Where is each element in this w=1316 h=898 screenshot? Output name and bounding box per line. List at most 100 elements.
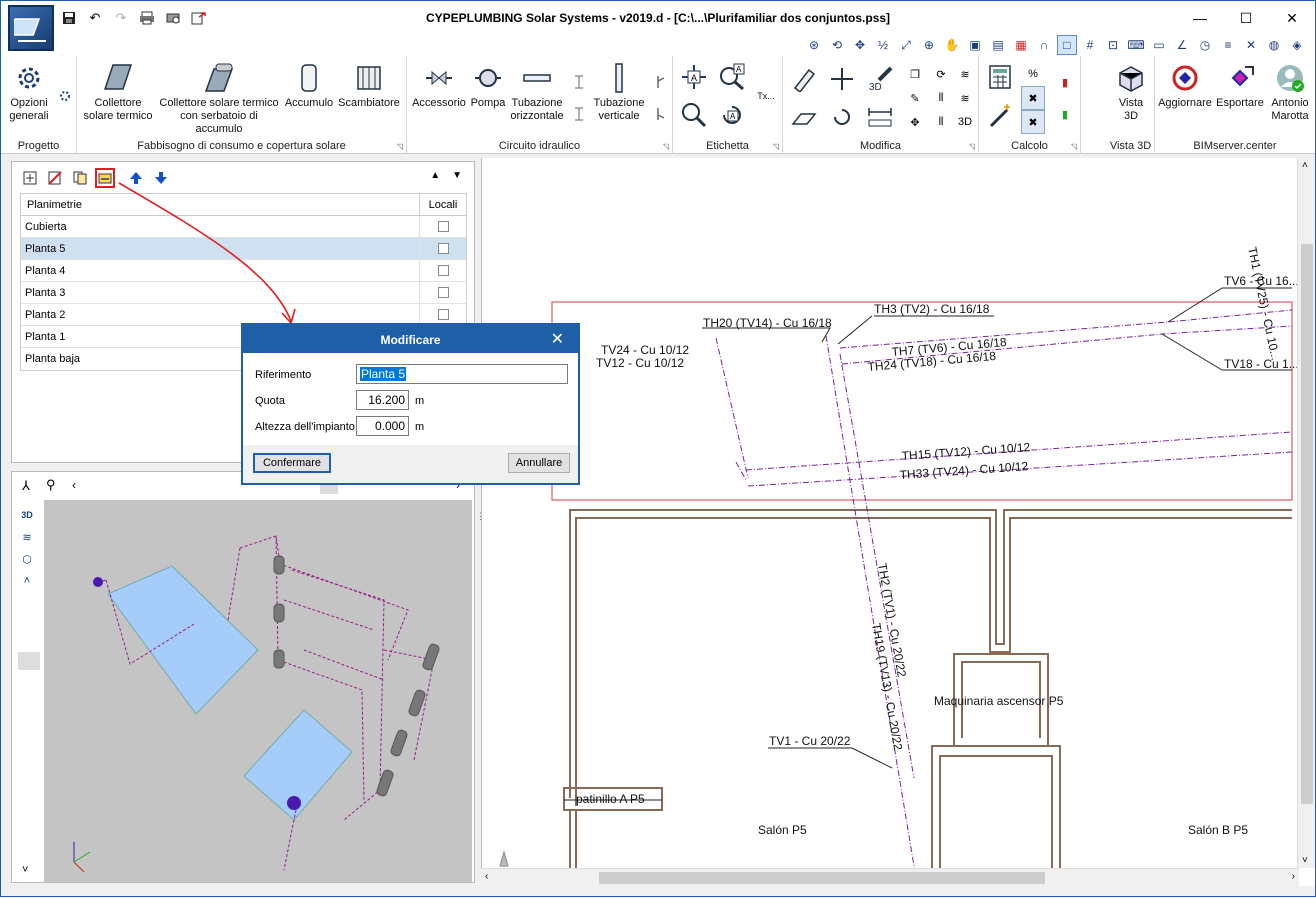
axes-icon[interactable]: ⅄ <box>22 478 30 494</box>
vertical-scrollbar[interactable]: ˄ ˅ <box>1297 158 1315 868</box>
history-icon[interactable]: ◷ <box>1195 35 1215 55</box>
scale-icon[interactable]: ▭ <box>1149 35 1169 55</box>
mirror-small-icon[interactable]: ⦀ <box>929 86 953 110</box>
scroll-thumb[interactable] <box>1301 244 1313 804</box>
zoom-extents-icon[interactable]: ⤢ <box>896 35 916 55</box>
table-row[interactable]: Planta 4 <box>21 260 466 282</box>
collapse-down-icon[interactable]: ˅ <box>22 864 28 876</box>
scroll-down-icon[interactable]: ▼ <box>452 170 462 181</box>
layers-3d-icon[interactable]: ≋ <box>16 526 38 548</box>
locali-checkbox[interactable] <box>437 221 449 232</box>
ok-flag-icon[interactable]: ▮ <box>1053 102 1077 126</box>
locali-checkbox[interactable] <box>437 309 449 320</box>
settings-small-icon[interactable] <box>53 84 77 108</box>
table-row[interactable]: Planta 3 <box>21 282 466 304</box>
esportare-button[interactable]: Esportare <box>1213 62 1267 110</box>
collettore-serbatoio-button[interactable]: Collettore solare termico con serbatoio … <box>157 62 281 136</box>
launcher-icon[interactable]: ◹ <box>969 142 975 151</box>
scroll-left-icon[interactable]: ‹ <box>72 478 76 492</box>
copy-small-icon[interactable]: ❐ <box>903 62 927 86</box>
scambiatore-button[interactable]: Scambiatore <box>337 62 401 110</box>
grid-red-icon[interactable]: ▦ <box>1011 35 1031 55</box>
label-find-icon[interactable]: A <box>717 62 747 92</box>
calculator-icon[interactable] <box>985 62 1015 92</box>
rotate-icon[interactable] <box>827 102 857 132</box>
check-pipe-2-icon[interactable]: ✖ <box>1021 110 1045 134</box>
zoom-3d-icon[interactable]: ⚲ <box>46 477 56 493</box>
stack-small-icon[interactable]: ≋ <box>953 62 977 86</box>
riser-small-2-icon[interactable] <box>649 102 673 126</box>
app-logo[interactable] <box>8 5 54 51</box>
layers-small-icon[interactable]: ≋ <box>953 86 977 110</box>
opzioni-generali-button[interactable]: Opzioni generali <box>5 62 53 123</box>
brush-small-icon[interactable]: ✎ <box>903 86 927 110</box>
side-scroll-thumb[interactable] <box>18 652 40 670</box>
pipe-small-icon[interactable] <box>567 70 591 94</box>
add-floor-icon[interactable] <box>20 168 40 188</box>
hand-icon[interactable]: ✋ <box>942 35 962 55</box>
horizontal-scrollbar[interactable]: ‹ › <box>481 868 1299 886</box>
close-icon[interactable]: ✕ <box>1269 1 1315 35</box>
user-account-button[interactable]: Antonio Marotta <box>1267 62 1313 123</box>
launcher-icon[interactable]: ◹ <box>773 142 779 151</box>
launcher-icon[interactable]: ◹ <box>1071 142 1077 151</box>
table-row[interactable]: Planta 5 <box>21 238 466 260</box>
3d-flashlight-icon[interactable]: 3D <box>865 64 895 94</box>
scroll-right-icon[interactable]: › <box>1292 871 1295 882</box>
3d-icon[interactable]: 3D <box>16 504 38 526</box>
riferimento-input[interactable]: Planta 5 <box>356 364 568 384</box>
riser-small-icon[interactable] <box>649 70 673 94</box>
text-label-button[interactable]: Tx... <box>753 90 779 103</box>
layers-icon[interactable]: ≡ <box>1218 35 1238 55</box>
magic-wand-icon[interactable] <box>985 100 1015 130</box>
collapse-icon[interactable]: ˄ <box>16 570 38 592</box>
refresh-view-icon[interactable]: ▣ <box>965 35 985 55</box>
move-up-icon[interactable] <box>126 168 146 188</box>
scroll-up-icon[interactable]: ˄ <box>1302 160 1308 171</box>
percent-icon[interactable]: % <box>1021 62 1045 86</box>
3d-small-icon[interactable]: 3D <box>953 110 977 134</box>
cancel-button[interactable]: Annullare <box>508 453 570 473</box>
tubazione-verticale-button[interactable]: Tubazione verticale <box>589 62 649 123</box>
move-down-icon[interactable] <box>151 168 171 188</box>
snap-icon[interactable]: ⊡ <box>1103 35 1123 55</box>
measure-icon[interactable] <box>865 102 895 132</box>
magnet-icon[interactable]: ∩ <box>1034 35 1054 55</box>
copy-floor-icon[interactable] <box>70 168 90 188</box>
vista3d-button[interactable]: Vista 3D <box>1111 62 1151 123</box>
check-pipe-icon[interactable]: ✖ <box>1021 86 1045 110</box>
pan-icon[interactable]: ✥ <box>850 35 870 55</box>
label-rotate-icon[interactable]: A <box>717 100 747 130</box>
launcher-icon[interactable]: ◹ <box>397 142 403 151</box>
rectangle-icon[interactable]: □ <box>1057 35 1077 55</box>
locali-checkbox[interactable] <box>437 265 449 276</box>
zoom-half-icon[interactable]: ½ <box>873 35 893 55</box>
angle-icon[interactable]: ∠ <box>1172 35 1192 55</box>
locali-checkbox[interactable] <box>437 243 449 254</box>
cube-icon[interactable]: ⬡ <box>16 548 38 570</box>
table-row[interactable]: Cubierta <box>21 216 466 238</box>
minimize-icon[interactable]: — <box>1177 1 1223 35</box>
globe-icon[interactable]: ◍ <box>1264 35 1284 55</box>
aggiornare-button[interactable]: Aggiornare <box>1157 62 1213 110</box>
label-move-icon[interactable]: A <box>679 62 709 92</box>
error-flag-icon[interactable]: ▮ <box>1053 70 1077 94</box>
close-icon[interactable]: ✕ <box>551 325 564 355</box>
grid-icon[interactable]: # <box>1080 35 1100 55</box>
collettore-button[interactable]: Collettore solare termico <box>81 62 155 123</box>
confirm-button[interactable]: Confermare <box>253 453 331 473</box>
altezza-input[interactable]: 0.000 <box>356 416 409 436</box>
move-icon[interactable] <box>827 64 857 94</box>
rotate-small-icon[interactable]: ⟳ <box>929 62 953 86</box>
scroll-up-icon[interactable]: ▲ <box>430 170 440 181</box>
zoom-window-icon[interactable]: ⟲ <box>827 35 847 55</box>
dxf-icon[interactable]: ▤ <box>988 35 1008 55</box>
mirror-small-2-icon[interactable]: ⦀ <box>929 110 953 134</box>
scroll-left-icon[interactable]: ‹ <box>485 871 488 882</box>
tools-icon[interactable]: ✕ <box>1241 35 1261 55</box>
launcher-icon[interactable]: ◹ <box>663 142 669 151</box>
accumulo-button[interactable]: Accumulo <box>283 62 335 110</box>
keyboard-icon[interactable]: ⌨ <box>1126 35 1146 55</box>
move-small-icon[interactable]: ✥ <box>903 110 927 134</box>
scroll-down-icon[interactable]: ˅ <box>1302 855 1308 866</box>
